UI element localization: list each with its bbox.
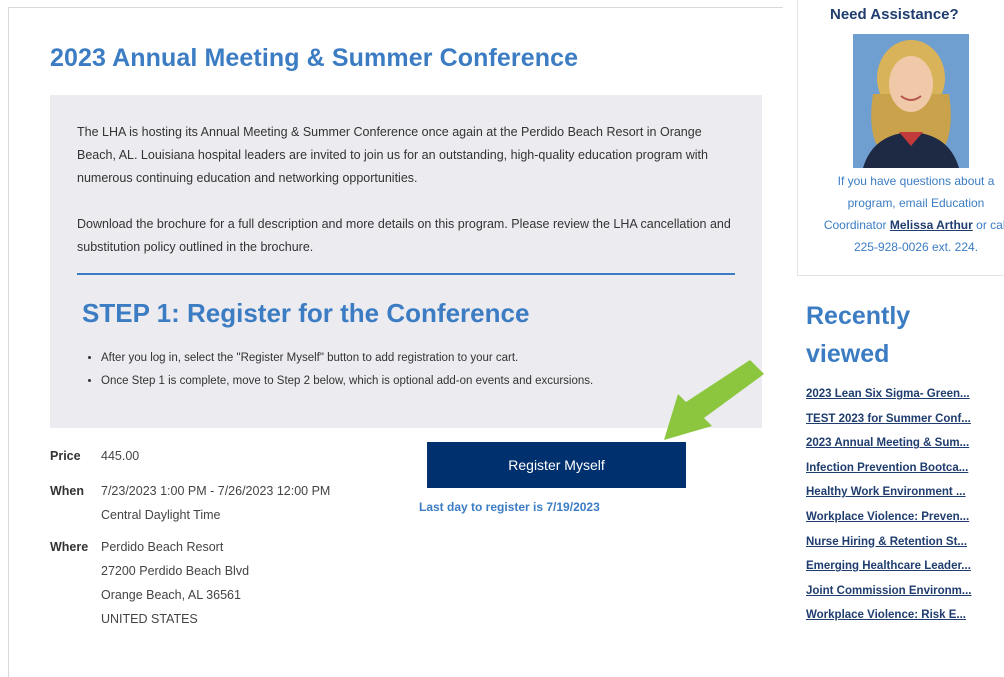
recent-link[interactable]: Workplace Violence: Risk E...	[806, 609, 1004, 621]
recent-link[interactable]: Nurse Hiring & Retention St...	[806, 536, 1004, 548]
when-value: 7/23/2023 1:00 PM - 7/26/2023 12:00 PM C…	[101, 479, 330, 527]
list-item: Healthy Work Environment ...	[806, 486, 1004, 511]
venue-street: 27200 Perdido Beach Blvd	[101, 564, 250, 578]
when-timezone: Central Daylight Time	[101, 508, 221, 522]
recent-link[interactable]: 2023 Annual Meeting & Sum...	[806, 437, 1004, 449]
list-item: Nurse Hiring & Retention St...	[806, 536, 1004, 561]
list-item: 2023 Lean Six Sigma- Green...	[806, 388, 1004, 413]
recent-link[interactable]: Healthy Work Environment ...	[806, 486, 1004, 498]
where-label: Where	[50, 540, 89, 554]
divider	[77, 273, 735, 275]
coordinator-email-link[interactable]: Melissa Arthur	[890, 218, 973, 232]
recently-viewed-list: 2023 Lean Six Sigma- Green... TEST 2023 …	[806, 388, 1004, 634]
step-1-bullet: Once Step 1 is complete, move to Step 2 …	[101, 370, 593, 393]
assistance-title: Need Assistance?	[830, 6, 959, 23]
list-item: Workplace Violence: Risk E...	[806, 609, 1004, 634]
recent-link[interactable]: Workplace Violence: Preven...	[806, 511, 1004, 523]
step-1-bullet: After you log in, select the "Register M…	[101, 347, 593, 370]
recent-link[interactable]: 2023 Lean Six Sigma- Green...	[806, 388, 1004, 400]
step-1-instructions: After you log in, select the "Register M…	[87, 347, 593, 393]
where-value: Perdido Beach Resort 27200 Perdido Beach…	[101, 535, 249, 631]
recent-link[interactable]: Joint Commission Environm...	[806, 585, 1004, 597]
coordinator-photo	[853, 34, 969, 168]
assistance-text: If you have questions about a program, e…	[816, 170, 1004, 258]
list-item: 2023 Annual Meeting & Sum...	[806, 437, 1004, 462]
recent-link[interactable]: Emerging Healthcare Leader...	[806, 560, 1004, 572]
venue-name: Perdido Beach Resort	[101, 540, 224, 554]
registration-deadline: Last day to register is 7/19/2023	[419, 500, 600, 514]
intro-paragraph-2: Download the brochure for a full descrip…	[77, 217, 731, 254]
recent-link[interactable]: TEST 2023 for Summer Conf...	[806, 413, 1004, 425]
list-item: Workplace Violence: Preven...	[806, 511, 1004, 536]
list-item: Joint Commission Environm...	[806, 585, 1004, 610]
price-value: 445.00	[101, 449, 140, 463]
intro-paragraph-1: The LHA is hosting its Annual Meeting & …	[77, 125, 708, 185]
recent-link[interactable]: Infection Prevention Bootca...	[806, 462, 1004, 474]
price-label: Price	[50, 449, 81, 463]
list-item: Infection Prevention Bootca...	[806, 462, 1004, 487]
when-label: When	[50, 484, 85, 498]
page-title: 2023 Annual Meeting & Summer Conference	[50, 44, 579, 72]
green-arrow-icon	[664, 360, 764, 440]
step-1-title: STEP 1: Register for the Conference	[82, 298, 530, 328]
register-myself-button[interactable]: Register Myself	[427, 442, 686, 488]
recently-viewed-title: Recently viewed	[806, 302, 911, 368]
venue-city: Orange Beach, AL 36561	[101, 588, 241, 602]
list-item: Emerging Healthcare Leader...	[806, 560, 1004, 585]
assistance-panel: Need Assistance? If you have questions a…	[797, 0, 1004, 276]
venue-country: UNITED STATES	[101, 612, 198, 626]
list-item: TEST 2023 for Summer Conf...	[806, 413, 1004, 438]
when-datetime: 7/23/2023 1:00 PM - 7/26/2023 12:00 PM	[101, 484, 331, 498]
